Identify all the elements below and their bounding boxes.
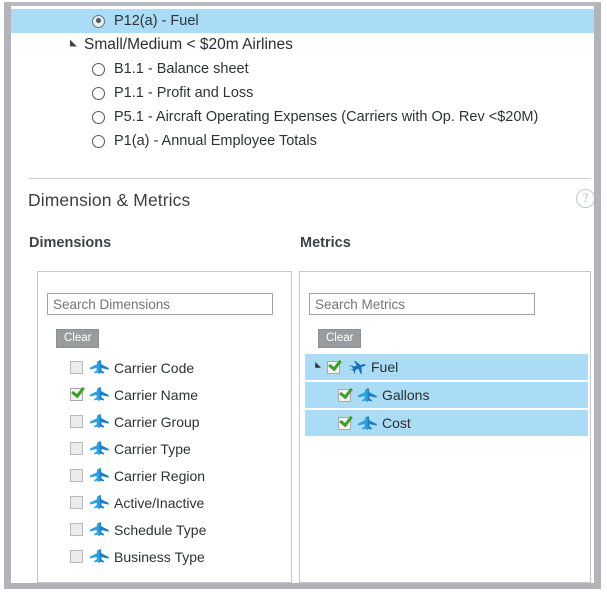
airplane-top-icon — [90, 413, 110, 430]
airplane-top-icon — [358, 387, 378, 404]
clear-metrics-button[interactable]: Clear — [318, 329, 361, 348]
report-tree-item-b11-balance-sheet[interactable]: B1.1 - Balance sheet — [11, 57, 594, 81]
report-tree-item-p1a-annual-employee-totals[interactable]: P1(a) - Annual Employee Totals — [11, 129, 594, 153]
radio-selected-icon[interactable] — [92, 15, 105, 28]
checkbox-unchecked[interactable] — [70, 442, 83, 455]
dimension-item-label: Active/Inactive — [114, 495, 204, 511]
dimension-item-label: Carrier Code — [114, 360, 194, 376]
checkbox-unchecked[interactable] — [70, 496, 83, 509]
checkbox-unchecked[interactable] — [70, 469, 83, 482]
search-dimensions-input[interactable] — [47, 293, 273, 315]
checkbox-checked[interactable] — [338, 389, 351, 402]
report-tree-item-label: P1(a) - Annual Employee Totals — [114, 133, 317, 149]
report-tree-group-small-medium[interactable]: Small/Medium < $20m Airlines — [11, 33, 594, 57]
report-dimension-metrics-dialog: P12(a) - Fuel Small/Medium < $20m Airlin… — [0, 0, 607, 599]
metric-item-label: Cost — [382, 415, 411, 431]
dimension-item-label: Carrier Region — [114, 468, 205, 484]
checkbox-checked[interactable] — [70, 388, 83, 401]
radio-unselected-icon[interactable] — [92, 111, 105, 124]
dimension-item-label: Business Type — [114, 549, 205, 565]
radio-unselected-icon[interactable] — [92, 63, 105, 76]
dialog-frame: P12(a) - Fuel Small/Medium < $20m Airlin… — [4, 2, 601, 589]
radio-unselected-icon[interactable] — [92, 87, 105, 100]
dimension-item-active-inactive[interactable]: Active/Inactive — [38, 489, 291, 516]
airplane-top-icon — [90, 359, 110, 376]
collapse-triangle-icon[interactable] — [312, 362, 320, 370]
checkbox-checked[interactable] — [327, 361, 340, 374]
report-tree-item-p12a-fuel[interactable]: P12(a) - Fuel — [11, 9, 594, 33]
dimension-item-business-type[interactable]: Business Type — [38, 543, 291, 570]
checkbox-unchecked[interactable] — [70, 523, 83, 536]
dimension-item-carrier-region[interactable]: Carrier Region — [38, 462, 291, 489]
airplane-side-icon — [347, 359, 367, 376]
page-title: Dimension & Metrics — [28, 190, 190, 211]
dialog-body: P12(a) - Fuel Small/Medium < $20m Airlin… — [11, 6, 594, 583]
metric-item-cost[interactable]: Cost — [305, 410, 588, 436]
airplane-top-icon — [90, 467, 110, 484]
checkbox-unchecked[interactable] — [70, 415, 83, 428]
dimension-item-carrier-group[interactable]: Carrier Group — [38, 408, 291, 435]
dimension-item-label: Carrier Type — [114, 441, 191, 457]
search-metrics-input[interactable] — [309, 293, 535, 315]
dimension-item-label: Schedule Type — [114, 522, 206, 538]
airplane-top-icon — [90, 440, 110, 457]
metrics-column-label: Metrics — [300, 235, 351, 251]
dimensions-column-label: Dimensions — [29, 235, 111, 251]
help-icon[interactable]: ? — [576, 189, 594, 208]
report-tree-item-label: B1.1 - Balance sheet — [114, 61, 249, 77]
dimension-item-carrier-type[interactable]: Carrier Type — [38, 435, 291, 462]
collapse-triangle-icon[interactable] — [66, 39, 77, 50]
metrics-list: Fuel Gallons — [305, 354, 588, 438]
section-divider — [29, 178, 591, 179]
report-tree-item-label: P1.1 - Profit and Loss — [114, 85, 253, 101]
dimension-item-schedule-type[interactable]: Schedule Type — [38, 516, 291, 543]
dimensions-panel: Clear Carrier Code — [37, 271, 292, 583]
report-tree-item-label: P5.1 - Aircraft Operating Expenses (Carr… — [114, 109, 538, 125]
airplane-top-icon — [358, 415, 378, 432]
metric-item-label: Gallons — [382, 387, 429, 403]
dimension-item-carrier-name[interactable]: Carrier Name — [38, 381, 291, 408]
dimension-item-carrier-code[interactable]: Carrier Code — [38, 354, 291, 381]
metrics-panel: Clear Fuel — [299, 271, 591, 583]
airplane-top-icon — [90, 494, 110, 511]
clear-dimensions-button[interactable]: Clear — [56, 329, 99, 348]
checkbox-checked[interactable] — [338, 417, 351, 430]
dimension-item-label: Carrier Group — [114, 414, 200, 430]
report-tree-group-label: Small/Medium < $20m Airlines — [84, 36, 293, 54]
metric-item-gallons[interactable]: Gallons — [305, 382, 588, 408]
airplane-top-icon — [90, 521, 110, 538]
checkbox-unchecked[interactable] — [70, 550, 83, 563]
report-tree-item-p11-profit-and-loss[interactable]: P1.1 - Profit and Loss — [11, 81, 594, 105]
report-tree-item-p51-aircraft-operating-expenses[interactable]: P5.1 - Aircraft Operating Expenses (Carr… — [11, 105, 594, 129]
radio-unselected-icon[interactable] — [92, 135, 105, 148]
airplane-top-icon — [90, 548, 110, 565]
dimensions-list: Carrier Code Carrier Name — [38, 354, 291, 570]
dimension-item-label: Carrier Name — [114, 387, 198, 403]
report-tree-item-label: P12(a) - Fuel — [114, 13, 199, 29]
metric-item-label: Fuel — [371, 359, 398, 375]
report-tree: P12(a) - Fuel Small/Medium < $20m Airlin… — [11, 6, 594, 153]
checkbox-unchecked[interactable] — [70, 361, 83, 374]
metric-item-fuel[interactable]: Fuel — [305, 354, 588, 380]
airplane-top-icon — [90, 386, 110, 403]
